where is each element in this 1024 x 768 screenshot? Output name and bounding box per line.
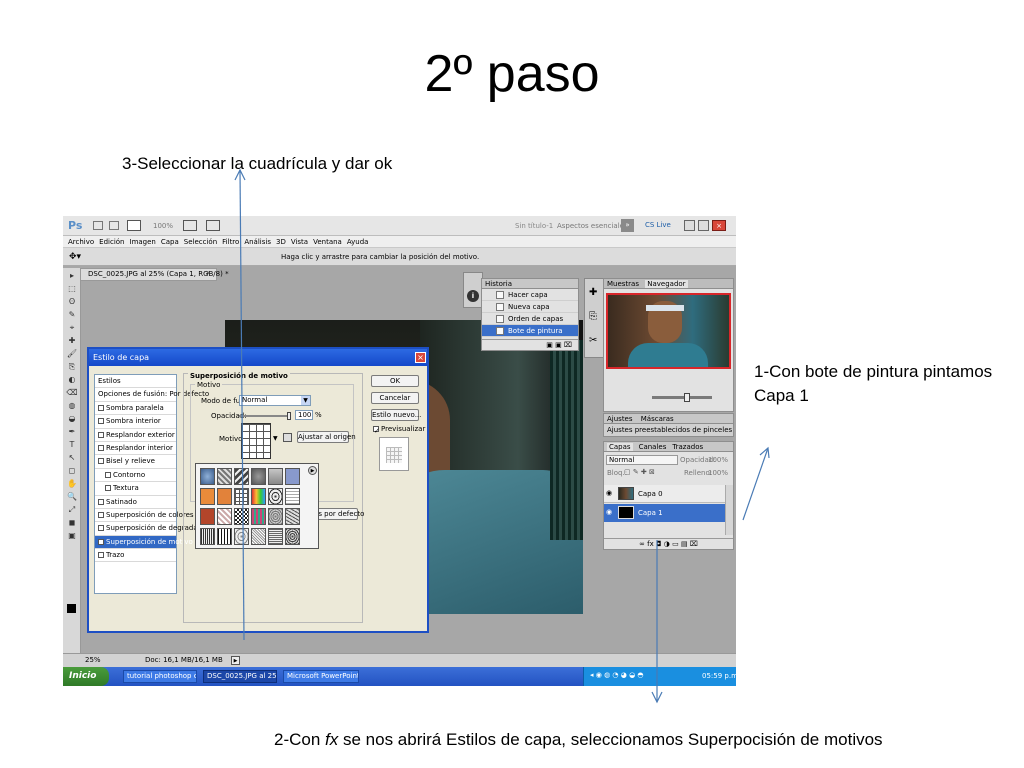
annotation-arrows bbox=[234, 168, 770, 704]
arrow-to-pattern-grid bbox=[239, 169, 245, 641]
arrow-to-layers bbox=[742, 447, 769, 521]
